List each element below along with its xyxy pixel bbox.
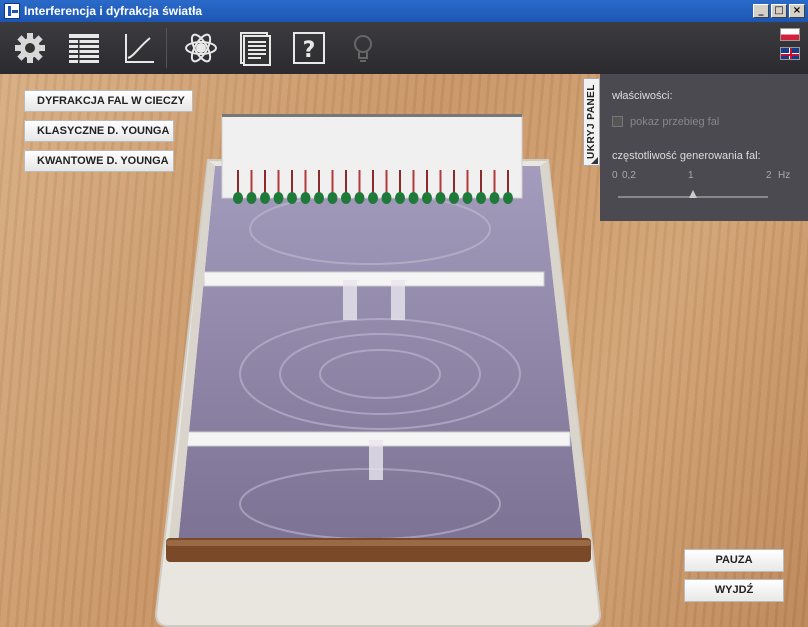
generator-bead	[287, 192, 297, 204]
minimize-button[interactable]: _	[753, 4, 769, 18]
generator-bead	[503, 192, 513, 204]
generator-bead	[354, 192, 365, 204]
generator-bead	[246, 192, 257, 204]
gear-icon[interactable]	[10, 28, 50, 68]
generator-bead	[327, 192, 338, 204]
close-button[interactable]: ×	[789, 4, 805, 18]
tick-label: 0,2	[622, 170, 636, 181]
generator-bead	[368, 192, 378, 204]
maximize-button[interactable]: □	[771, 4, 787, 18]
tick-label: Hz	[778, 170, 791, 181]
mode-liquid-diffraction-button[interactable]: DYFRAKCJA FAL W CIECZY	[24, 90, 193, 112]
show-waves-label: pokaz przebieg fal	[630, 116, 720, 128]
generator-bead	[449, 192, 459, 204]
toolbar: ?	[0, 22, 808, 74]
generator-bead	[300, 192, 311, 204]
pause-button[interactable]: PAUZA	[684, 549, 784, 572]
generator-bead	[435, 192, 446, 204]
exit-button[interactable]: WYJDŹ	[684, 579, 784, 602]
hide-panel-toggle[interactable]: UKRYJ PANEL	[583, 78, 600, 166]
generator-bead	[476, 192, 486, 204]
generator-bead	[233, 192, 243, 204]
generator-bead	[489, 192, 500, 204]
table-icon[interactable]	[64, 28, 104, 68]
lightbulb-icon[interactable]	[343, 28, 383, 68]
generator-bead	[395, 192, 405, 204]
frequency-slider-thumb[interactable]	[689, 190, 697, 198]
svg-text:?: ?	[303, 38, 316, 63]
tick-label: 2	[766, 170, 772, 181]
window-titlebar: Interferencja i dyfrakcja światła _ □ ×	[0, 0, 808, 22]
generator-bead	[422, 192, 432, 204]
properties-panel: właściwości: pokaz przebieg fal częstotl…	[600, 74, 808, 221]
properties-label: właściwości:	[612, 90, 673, 102]
atom-icon[interactable]	[181, 28, 221, 68]
document-icon[interactable]	[235, 28, 275, 68]
window-title: Interferencja i dyfrakcja światła	[24, 4, 203, 18]
flag-pl-icon[interactable]	[780, 28, 800, 41]
generator-bead	[314, 192, 324, 204]
generator-bead	[381, 192, 392, 204]
toolbar-separator	[166, 28, 167, 68]
tick-label: 0	[612, 170, 618, 181]
tick-label: 1	[688, 170, 694, 181]
generator-bead	[462, 192, 473, 204]
water-surface	[178, 166, 583, 544]
generator-bead	[341, 192, 351, 204]
flag-uk-icon[interactable]	[780, 47, 800, 60]
generator-bead	[408, 192, 419, 204]
simulation-scene: DYFRAKCJA FAL W CIECZY KLASYCZNE D. YOUN…	[0, 74, 808, 627]
show-waves-checkbox[interactable]	[612, 116, 623, 127]
frequency-label: częstotliwość generowania fal:	[612, 150, 761, 162]
generator-bead	[273, 192, 284, 204]
mode-quantum-young-button[interactable]: KWANTOWE D. YOUNGA	[24, 150, 174, 172]
hide-panel-label: UKRYJ PANEL	[586, 84, 597, 159]
barrier-double-slit	[203, 271, 545, 287]
graph-icon[interactable]	[118, 28, 158, 68]
help-icon[interactable]: ?	[289, 28, 329, 68]
generator-bead	[260, 192, 270, 204]
app-icon	[4, 3, 20, 19]
mode-classic-young-button[interactable]: KLASYCZNE D. YOUNGA	[24, 120, 174, 142]
